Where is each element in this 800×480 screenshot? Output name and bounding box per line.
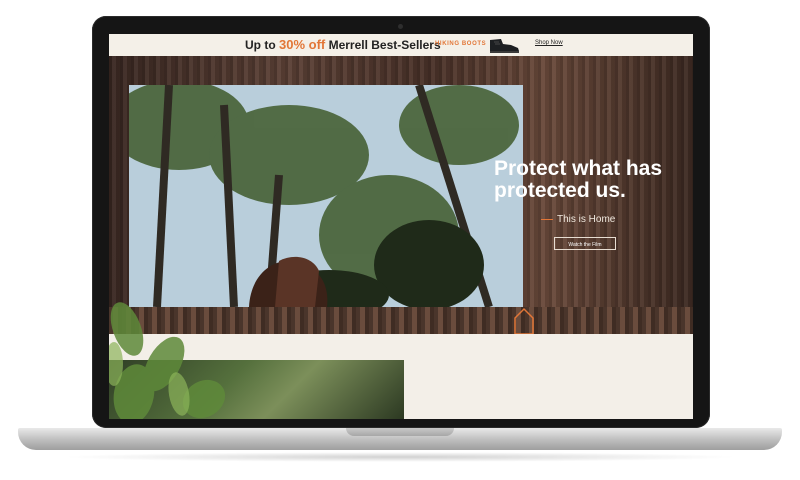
hero-headline: Protect what has protected us. [494,157,663,202]
home-outline-icon [514,307,534,335]
promo-headline: Up to 30% off Merrell Best-Sellers [245,37,441,52]
foreground-leaves [109,302,226,419]
laptop-shadow [60,452,740,462]
watch-film-button[interactable]: Watch the Film [554,237,616,250]
promo-discount: 30% off [279,37,326,52]
camera-icon [398,24,403,29]
promo-banner[interactable]: Up to 30% off Merrell Best-Sellers HIKIN… [109,34,693,57]
hero-subtitle-text: This is Home [557,214,616,225]
promo-title: Merrell Best-Sellers [325,38,441,52]
laptop-lid: Up to 30% off Merrell Best-Sellers HIKIN… [92,16,710,428]
laptop-base [18,428,782,450]
promo-prefix: Up to [245,38,279,52]
accent-dash [541,219,553,220]
laptop-screen: Up to 30% off Merrell Best-Sellers HIKIN… [109,34,693,419]
hero-section: Protect what has protected us. This is H… [109,56,693,335]
hiking-boot-icon [490,39,519,53]
base-notch [346,428,454,436]
forest-scene [129,85,523,307]
shop-now-link[interactable]: Shop Now [535,40,563,46]
hero-subtitle: This is Home [541,214,615,225]
promo-tag: HIKING BOOTS [435,41,487,47]
hero-video[interactable] [129,85,523,307]
